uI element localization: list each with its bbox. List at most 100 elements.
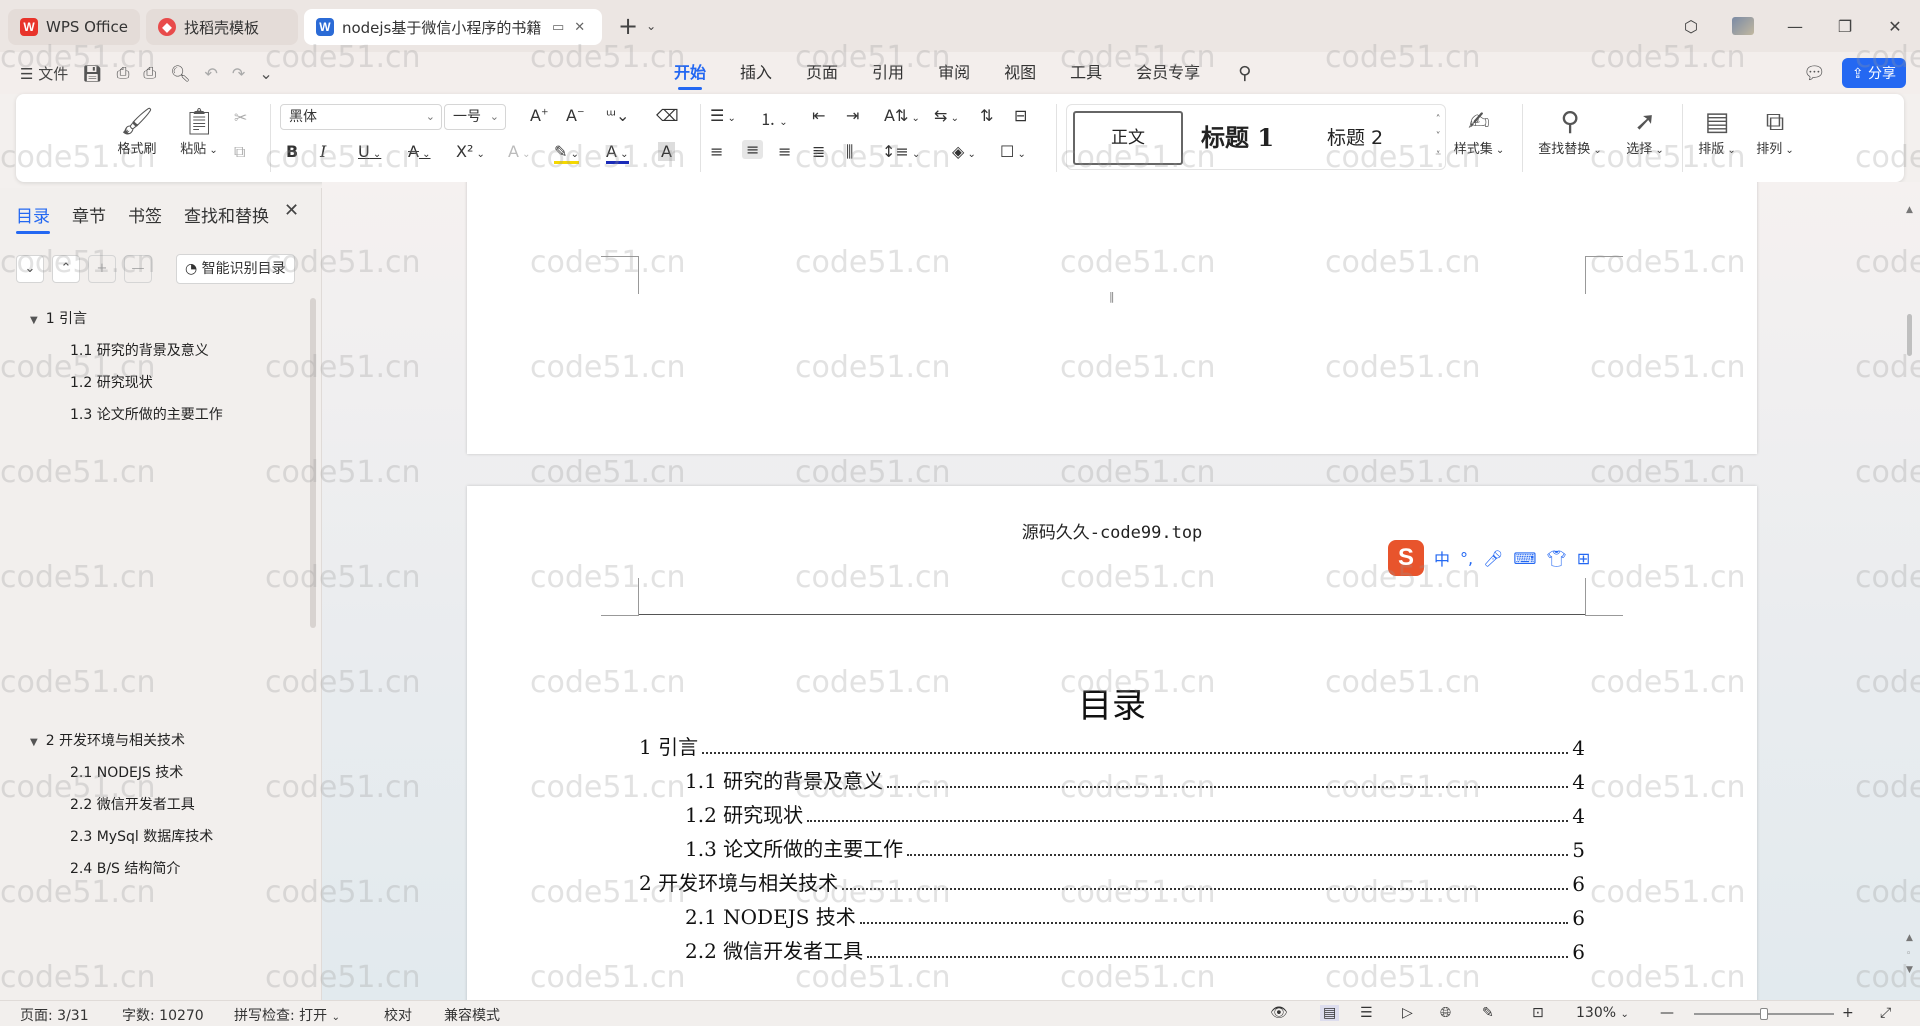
sort-icon[interactable]: ⇅	[980, 106, 993, 125]
highlight-icon[interactable]: ✎ ⌄	[554, 142, 579, 164]
undo-icon[interactable]: ↶	[205, 64, 218, 83]
distribute-icon[interactable]: ⫼	[846, 142, 853, 162]
keyboard-icon[interactable]: ⌨	[1513, 549, 1536, 568]
spell-check-toggle[interactable]: 拼写检查: 打开 ⌄	[234, 1005, 340, 1025]
select-button[interactable]: ➚ 选择 ⌄	[1620, 106, 1670, 157]
tab-member[interactable]: 会员专享	[1136, 52, 1200, 94]
tab-list-dropdown-icon[interactable]: ⌄	[646, 19, 656, 33]
collapse-down-button[interactable]: ⌄	[16, 255, 44, 283]
nav-toc-item[interactable]: 1.2 研究现状	[70, 372, 153, 392]
fit-page-icon[interactable]: ⊡	[1532, 1005, 1544, 1021]
clear-format-icon[interactable]: ⌫	[656, 106, 679, 125]
justify-icon[interactable]: ≣	[812, 142, 825, 161]
tab-tools[interactable]: 工具	[1070, 52, 1102, 94]
minimize-button[interactable]: —	[1770, 17, 1820, 36]
print-preview-icon[interactable]: 🔍︎	[170, 64, 190, 83]
chat-icon[interactable]: 💬︎	[1803, 63, 1826, 84]
save-icon[interactable]: 💾︎	[82, 64, 102, 83]
decrease-indent-icon[interactable]: ⇤	[812, 106, 825, 125]
nav-toc-item[interactable]: 2.1 NODEJS 技术	[70, 762, 183, 782]
phonetic-guide-icon[interactable]: ᵚ⌄	[606, 106, 629, 125]
web-view-icon[interactable]: 🌐︎	[1440, 1005, 1451, 1021]
zoom-level[interactable]: 130% ⌄	[1576, 1005, 1629, 1021]
new-tab-button[interactable]: +	[618, 12, 638, 40]
share-button[interactable]: ⇪ 分享	[1841, 58, 1906, 88]
add-level-button[interactable]: +	[88, 255, 116, 283]
nav-tab-sections[interactable]: 章节	[72, 202, 106, 227]
pen-icon[interactable]: ✎	[1482, 1005, 1494, 1021]
text-effect-icon[interactable]: A ⌄	[508, 142, 531, 161]
fullscreen-icon[interactable]: ⤢	[1880, 1005, 1891, 1021]
borders-icon[interactable]: ☐ ⌄	[1000, 142, 1026, 161]
ime-mode[interactable]: 中	[1434, 546, 1450, 570]
nav-tab-toc[interactable]: 目录	[16, 202, 50, 234]
style-gallery-scroll[interactable]: ˄ ˅ ⩡	[1435, 111, 1441, 162]
nav-toc-item[interactable]: 2.2 微信开发者工具	[70, 794, 195, 814]
bold-icon[interactable]: B	[286, 142, 298, 161]
shrink-font-icon[interactable]: A−	[566, 106, 585, 125]
document-scrollbar[interactable]: ▲ ▲ ◦ ▼	[1906, 202, 1914, 982]
ime-toolbar[interactable]: S 中 °, 🎤︎ ⌨ 👕︎ ⊞	[1388, 538, 1590, 578]
strikethrough-icon[interactable]: A ⌄	[408, 142, 431, 161]
toc-line[interactable]: 1 引言 4	[639, 732, 1585, 760]
scroll-page-nav-icon[interactable]: ▲ ◦ ▼	[1906, 930, 1913, 978]
nav-toc-item[interactable]: 2.3 MySql 数据库技术	[70, 826, 213, 846]
export-pdf-icon[interactable]: ⎙	[117, 63, 130, 83]
font-size-select[interactable]: 一号 ⌄	[444, 104, 506, 130]
remove-level-button[interactable]: —	[124, 255, 152, 283]
ime-punctuation[interactable]: °,	[1460, 549, 1473, 568]
redo-icon[interactable]: ↷	[232, 64, 245, 83]
page-indicator[interactable]: 页面: 3/31	[20, 1005, 89, 1025]
align-center-icon[interactable]: ≡	[742, 140, 764, 159]
find-replace-button[interactable]: ⚲ 查找替换 ⌄	[1532, 106, 1608, 157]
font-name-select[interactable]: 黑体 ⌄	[280, 104, 442, 130]
toc-line[interactable]: 1.2 研究现状 4	[639, 800, 1585, 828]
nav-tab-find-replace[interactable]: 查找和替换	[184, 202, 269, 227]
quick-access-dropdown-icon[interactable]: ⌄	[259, 64, 272, 83]
zoom-out-icon[interactable]: —	[1660, 1005, 1674, 1021]
tab-insert[interactable]: 插入	[740, 52, 772, 94]
play-icon[interactable]: ▷	[1402, 1005, 1413, 1021]
print-icon[interactable]: ⎙	[143, 63, 156, 83]
arrange-button[interactable]: ⧉ 排列 ⌄	[1750, 106, 1800, 157]
shading-icon[interactable]: ◈ ⌄	[952, 142, 976, 161]
format-painter-button[interactable]: 🖌︎ 格式刷	[112, 106, 162, 157]
microphone-icon[interactable]: 🎤︎	[1483, 549, 1503, 568]
cube-icon[interactable]: ⬡	[1666, 17, 1716, 36]
smart-toc-button[interactable]: ◔ 智能识别目录	[176, 254, 295, 284]
tab-docer-templates[interactable]: ◆ 找稻壳模板	[145, 9, 298, 45]
style-heading-2[interactable]: 标题 2	[1327, 111, 1383, 165]
grow-font-icon[interactable]: A+	[530, 106, 549, 125]
line-spacing-icon[interactable]: ↕≡ ⌄	[882, 142, 920, 161]
monitor-icon[interactable]: ▭	[552, 20, 564, 35]
char-shading-icon[interactable]: A	[658, 142, 675, 161]
scroll-thumb[interactable]	[1907, 314, 1912, 356]
tab-review[interactable]: 审阅	[938, 52, 970, 94]
style-set-button[interactable]: ✍︎ 样式集 ⌄	[1448, 106, 1510, 157]
tab-wps-office[interactable]: W WPS Office	[8, 9, 140, 45]
show-marks-icon[interactable]: ⊟	[1014, 106, 1027, 125]
skin-icon[interactable]: 👕︎	[1547, 549, 1567, 568]
word-count[interactable]: 字数: 10270	[122, 1005, 204, 1025]
sogou-ime-icon[interactable]: S	[1388, 540, 1424, 576]
avatar[interactable]	[1732, 17, 1754, 35]
style-normal[interactable]: 正文	[1073, 111, 1183, 165]
close-window-button[interactable]: ✕	[1870, 17, 1920, 36]
file-menu[interactable]: ☰ 文件	[20, 63, 68, 84]
nav-toc-item[interactable]: 2.4 B/S 结构简介	[70, 858, 180, 878]
grid-icon[interactable]: ⊞	[1577, 549, 1590, 568]
italic-icon[interactable]: I	[320, 142, 326, 161]
style-heading-1[interactable]: 标题 1	[1201, 111, 1274, 165]
tab-page[interactable]: 页面	[806, 52, 838, 94]
page-view-icon[interactable]: ▤	[1320, 1005, 1340, 1021]
scroll-up-icon[interactable]: ▲	[1906, 202, 1913, 218]
nav-toc-item[interactable]: 1.1 研究的背景及意义	[70, 340, 209, 360]
tab-references[interactable]: 引用	[872, 52, 904, 94]
superscript-icon[interactable]: X² ⌄	[456, 142, 485, 161]
tab-current-document[interactable]: W nodejs基于微信小程序的书籍 ▭ ✕	[303, 9, 602, 45]
proofread-button[interactable]: 校对	[384, 1005, 412, 1025]
tab-home[interactable]: 开始	[674, 52, 706, 94]
collapse-up-button[interactable]: ⌃	[52, 255, 80, 283]
document-canvas[interactable]: ‖ 源码久久-code99.top 目录 1 引言 4 1.1 研究的背景及意义 4…	[322, 182, 1920, 1000]
cut-icon[interactable]: ✂	[234, 108, 247, 127]
